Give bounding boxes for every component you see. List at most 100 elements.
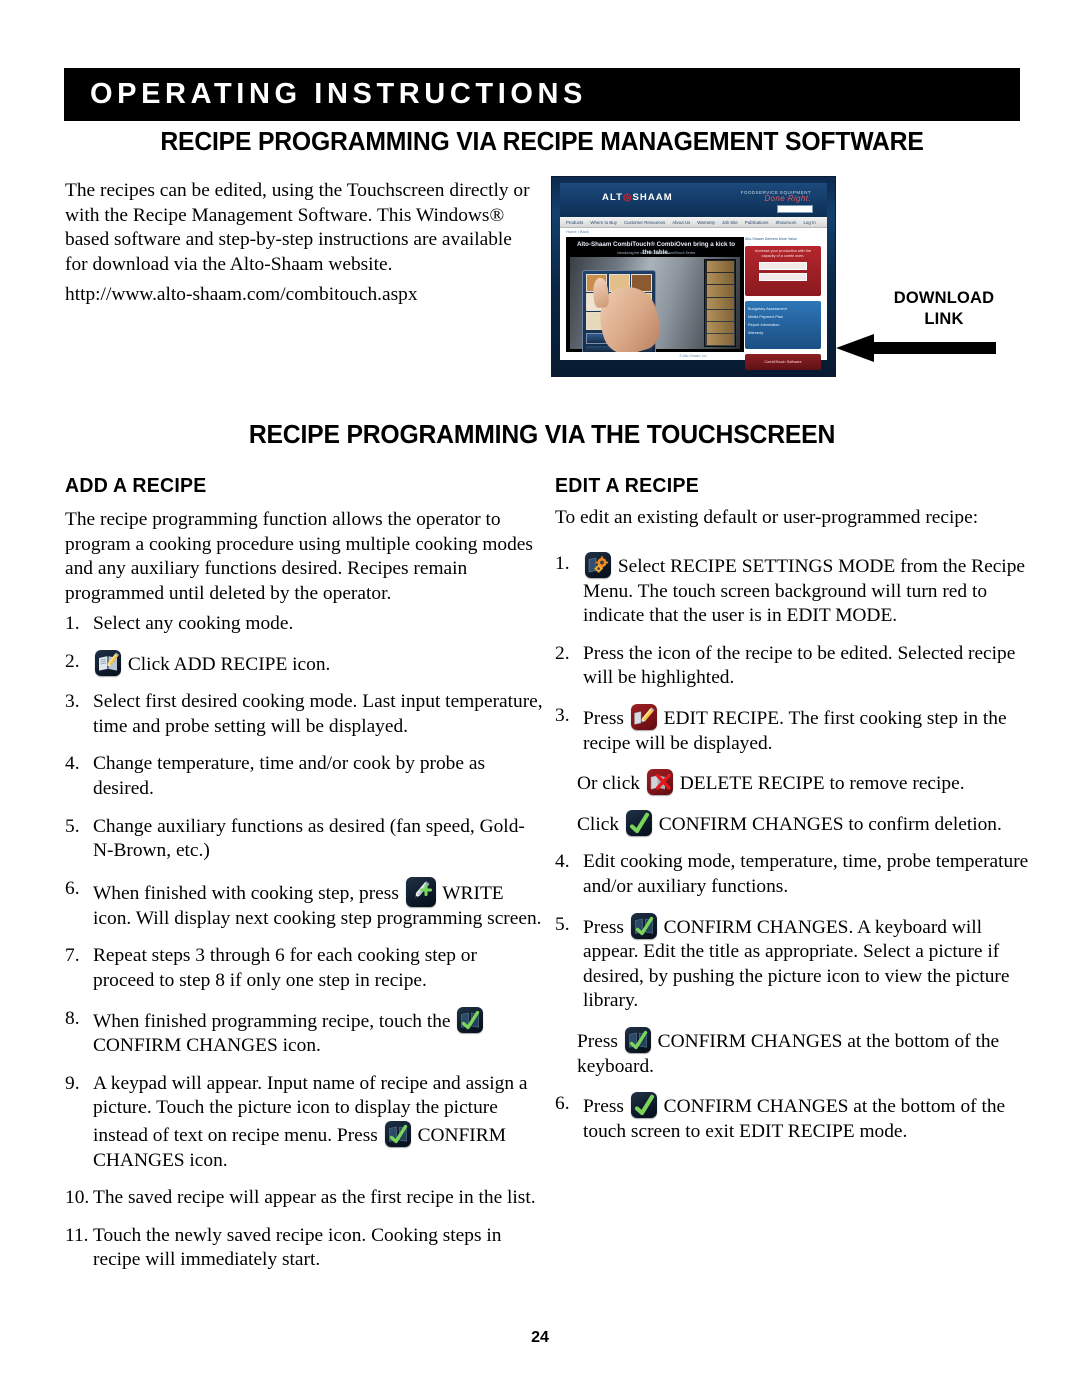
column-title-edit-a-recipe: EDIT A RECIPE — [555, 474, 700, 497]
oven-tray — [706, 309, 734, 321]
step-number: 1. — [555, 553, 570, 574]
step-text: Press — [583, 916, 624, 938]
sidebar-learn-more-button[interactable] — [759, 273, 807, 281]
nav-item-products[interactable]: Products — [566, 220, 583, 225]
logo-text-start: ALT — [602, 192, 624, 203]
sidebar-link-warranty[interactable]: Warranty — [748, 329, 818, 337]
website-page-body: ALT◎SHAAM FOODSERVICE EQUIPMENT Done Rig… — [560, 183, 827, 370]
sidebar-video-tutorial-button[interactable] — [759, 262, 807, 270]
operating-instructions-header-band: OPERATING INSTRUCTIONS — [64, 68, 1020, 121]
list-item: 9. A keypad will appear. Input name of re… — [65, 1072, 543, 1173]
step-number: 8. — [65, 1007, 80, 1029]
hero-subtitle: Introducing the new Alto-Shaam CombiTouc… — [616, 251, 696, 255]
step-text: Press — [583, 707, 624, 729]
step-number: 2. — [65, 650, 80, 672]
confirm-changes-icon[interactable] — [630, 912, 657, 939]
download-link-line2: LINK — [924, 310, 964, 328]
download-link-line1: DOWNLOAD — [893, 289, 995, 307]
step-number: 11. — [65, 1224, 89, 1246]
confirm-changes-icon[interactable] — [630, 1092, 657, 1119]
step-text: CONFIRM CHANGES to confirm deletion. — [658, 813, 1002, 835]
step-text: Repeat steps 3 through 6 for each cookin… — [93, 945, 477, 991]
list-item: 11. Touch the newly saved recipe icon. Co… — [65, 1224, 543, 1273]
step-number: 1. — [65, 613, 80, 634]
step-number: 6. — [555, 1093, 570, 1115]
nav-item-where-to-buy[interactable]: Where to Buy — [590, 220, 617, 225]
oven-tray — [706, 261, 734, 273]
confirm-changes-icon[interactable] — [457, 1006, 484, 1033]
add-recipe-intro: The recipe programming function allows t… — [65, 509, 533, 604]
hero-photo — [570, 257, 740, 352]
list-item: 3. Press EDIT RECIPE. The first cooking s… — [555, 703, 1033, 756]
confirm-changes-icon[interactable] — [384, 1120, 411, 1147]
step-number: 3. — [555, 704, 570, 726]
step-text: Change temperature, time and/or cook by … — [93, 753, 485, 799]
sidebar-link-payment-plan[interactable]: Media Payment Plan — [748, 313, 818, 321]
list-item: 2. Click ADD RECIPE icon. — [65, 649, 543, 678]
step-text: DELETE RECIPE to remove recipe. — [679, 773, 965, 795]
sidebar-note: Alto-Shaam Delivers More Value — [745, 237, 797, 241]
website-tagline: FOODSERVICE EQUIPMENT Done Right. — [741, 190, 811, 203]
write-icon[interactable] — [405, 876, 436, 907]
nav-item-publications[interactable]: Publications — [745, 220, 769, 225]
list-item: 4. Change temperature, time and/or cook b… — [65, 752, 543, 801]
list-item: Or click DELETE RECIPE to remove recipe. — [555, 769, 1033, 797]
step-number: 9. — [65, 1072, 80, 1094]
nav-item-customer-resources[interactable]: Customer Resources — [624, 220, 665, 225]
list-item: 1. Select any cooking mode. — [65, 612, 543, 637]
add-recipe-step-list: 1. Select any cooking mode. 2. Click ADD … — [65, 612, 543, 1286]
list-item: 8. When finished programming recipe, touc… — [65, 1006, 543, 1059]
edit-recipe-intro: To edit an existing default or user-prog… — [555, 507, 979, 528]
website-hero-banner[interactable]: Alto-Shaam CombiTouch® CombiOven bring a… — [566, 237, 744, 352]
left-arrow-icon — [836, 334, 996, 362]
recipe-settings-icon[interactable] — [585, 552, 611, 578]
intro-paragraph: The recipes can be edited, using the Tou… — [65, 180, 530, 275]
nav-item-job-site[interactable]: Job Site — [722, 220, 738, 225]
nav-item-showroom[interactable]: Showroom — [775, 220, 796, 225]
oven-tray — [706, 285, 734, 297]
step-text: Click ADD RECIPE icon. — [127, 653, 331, 675]
logo-text-end: SHAAM — [632, 192, 673, 203]
step-number: 5. — [555, 913, 570, 935]
page-number: 24 — [531, 1329, 549, 1346]
tagline-script: Done Right. — [764, 194, 811, 203]
website-footer: © Alto-Shaam, Inc. — [679, 354, 708, 358]
step-text: Select RECIPE SETTINGS MODE from the Rec… — [583, 556, 1025, 627]
download-url-text: http://www.alto-shaam.com/combitouch.asp… — [65, 284, 418, 305]
list-item: 2. Press the icon of the recipe to be edi… — [555, 642, 1033, 691]
sidebar-link-budgetary[interactable]: Budgetary Assessment — [748, 305, 818, 313]
step-text: Press — [577, 1030, 618, 1052]
nav-item-log-in[interactable]: Log In — [803, 220, 815, 225]
delete-recipe-icon[interactable] — [646, 769, 673, 796]
website-brand-bar: ALT◎SHAAM FOODSERVICE EQUIPMENT Done Rig… — [560, 183, 827, 217]
download-button-label: CombiTouch Software — [764, 359, 802, 364]
step-text: Edit cooking mode, temperature, time, pr… — [583, 851, 1029, 897]
combi-oven-rack — [704, 259, 736, 347]
section-title-touchscreen: RECIPE PROGRAMMING VIA THE TOUCHSCREEN — [248, 421, 836, 449]
step-text: Change auxiliary functions as desired (f… — [93, 815, 525, 862]
oven-tray — [706, 297, 734, 309]
sidebar-red-promo[interactable]: Increase your production with the capaci… — [745, 246, 821, 296]
list-item: 7. Repeat steps 3 through 6 for each cook… — [65, 944, 543, 993]
step-text: When finished programming recipe, touch … — [93, 1010, 451, 1032]
alto-shaam-website-screenshot: ALT◎SHAAM FOODSERVICE EQUIPMENT Done Rig… — [551, 176, 836, 377]
confirm-changes-icon[interactable] — [624, 1026, 651, 1053]
list-item: 5. Change auxiliary functions as desired … — [65, 815, 543, 864]
nav-item-warranty[interactable]: Warranty — [697, 220, 715, 225]
edit-recipe-icon[interactable] — [630, 703, 657, 730]
step-text: Or click — [577, 773, 640, 795]
step-number: 4. — [65, 753, 80, 775]
column-title-add-a-recipe: ADD A RECIPE — [65, 474, 207, 497]
sidebar-link-report-info[interactable]: Report Information — [748, 321, 818, 329]
confirm-changes-icon[interactable] — [625, 809, 652, 836]
list-item: 4. Edit cooking mode, temperature, time, … — [555, 850, 1033, 899]
section-title-recipe-management-software: RECIPE PROGRAMMING VIA RECIPE MANAGEMENT… — [160, 128, 924, 156]
add-recipe-icon[interactable] — [95, 649, 121, 676]
step-number: 4. — [555, 851, 570, 873]
list-item: 6. When finished with cooking step, press… — [65, 876, 543, 932]
sidebar-red-text: Increase your production with the capaci… — [755, 249, 811, 258]
nav-item-about-us[interactable]: About Us — [672, 220, 690, 225]
list-item: 5. Press CONFIRM CHANGES. A keyboard will… — [555, 912, 1033, 1014]
step-text: Press — [583, 1096, 624, 1118]
website-search-input[interactable] — [777, 205, 813, 213]
